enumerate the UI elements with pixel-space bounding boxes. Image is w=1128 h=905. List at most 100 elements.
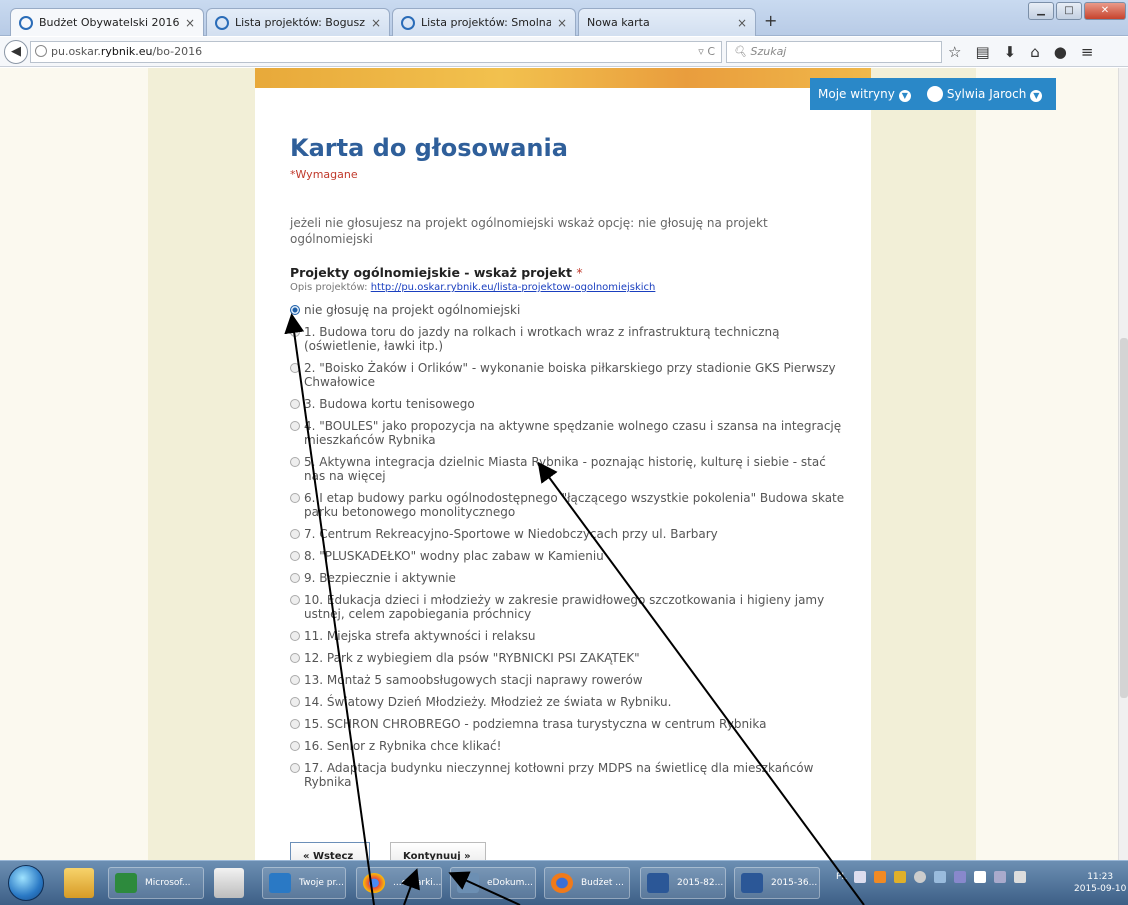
radio-button[interactable] [290, 493, 300, 503]
option-row[interactable]: 17. Adaptacja budynku nieczynnej kotłown… [290, 761, 850, 789]
avatar [926, 86, 943, 102]
web-page: Moje witryny ▼ Sylwia Jaroch ▼ Karta do gł… [0, 68, 1128, 860]
option-row[interactable]: 4. "BOULES" jako propozycja na aktywne s… [290, 419, 850, 447]
scrollbar-thumb[interactable] [1120, 338, 1128, 698]
radio-button[interactable] [290, 719, 300, 729]
radio-button[interactable] [290, 595, 300, 605]
radio-button[interactable] [290, 327, 300, 337]
option-row[interactable]: 8. "PLUSKADEŁKO" wodny plac zabaw w Kami… [290, 549, 850, 563]
maximize-icon[interactable]: □ [1056, 2, 1082, 20]
radio-button[interactable] [290, 363, 300, 373]
mail-icon[interactable] [214, 868, 244, 898]
option-row[interactable]: 5. Aktywna integracja dzielnic Miasta Ry… [290, 455, 850, 483]
taskbar-app-word-2[interactable]: 2015-36... [734, 867, 820, 899]
search-input[interactable]: 🔍︎ Szukaj [726, 41, 942, 63]
option-row[interactable]: 12. Park z wybiegiem dla psów "RYBNICKI … [290, 651, 850, 665]
tab-label: Lista projektów: Smolna - ... [421, 16, 551, 29]
taskbar-app-firefox[interactable]: Budżet ... [544, 867, 630, 899]
user-menu[interactable]: Sylwia Jaroch ▼ [926, 86, 1043, 102]
chevron-down-icon: ▼ [898, 89, 911, 102]
explorer-icon[interactable] [64, 868, 94, 898]
close-window-icon[interactable]: ✕ [1084, 2, 1126, 20]
radio-button[interactable] [290, 551, 300, 561]
taskbar-app-ie[interactable]: Twoje pr... [262, 867, 346, 899]
page-scrollbar[interactable] [1118, 68, 1128, 860]
radio-button[interactable] [290, 529, 300, 539]
radio-button[interactable] [290, 741, 300, 751]
option-row[interactable]: 9. Bezpiecznie i aktywnie [290, 571, 850, 585]
flame-icon[interactable] [874, 871, 887, 883]
flag-icon[interactable] [974, 871, 987, 883]
home-icon[interactable]: ⌂ [1030, 43, 1040, 61]
option-label: 10. Edukacja dzieci i młodzieży w zakres… [304, 593, 825, 621]
tab-budzet-obywatelski[interactable]: Budżet Obywatelski 2016 - ... × [10, 8, 204, 36]
language-indicator[interactable]: PL [836, 872, 846, 882]
option-label: 9. Bezpiecznie i aktywnie [304, 571, 456, 585]
taskbar-app-edokumenty[interactable]: eDokum... [450, 867, 536, 899]
tab-close-icon[interactable]: × [557, 16, 567, 30]
option-row[interactable]: 3. Budowa kortu tenisowego [290, 397, 850, 411]
option-row[interactable]: 16. Senior z Rybnika chce klikać! [290, 739, 850, 753]
radio-button[interactable] [290, 631, 300, 641]
bookmark-star-icon[interactable]: ☆ [948, 43, 961, 61]
network-icon[interactable] [934, 871, 947, 883]
tab-close-icon[interactable]: × [737, 16, 747, 30]
tab-close-icon[interactable]: × [371, 16, 381, 30]
start-button[interactable] [8, 865, 44, 901]
tab-close-icon[interactable]: × [185, 16, 195, 30]
continue-button[interactable]: Kontynuuj » [390, 842, 486, 860]
option-label: 7. Centrum Rekreacyjno-Sportowe w Niedob… [304, 527, 718, 541]
option-row[interactable]: 13. Montaż 5 samoobsługowych stacji napr… [290, 673, 850, 687]
taskbar-app-chrome[interactable]: ...omarki... [356, 867, 442, 899]
tab-nowa-karta[interactable]: Nowa karta × [578, 8, 756, 36]
tab-lista-boguszowice[interactable]: Lista projektów: Boguszowi... × [206, 8, 390, 36]
option-label: nie głosuję na projekt ogólnomiejski [304, 303, 521, 317]
radio-button[interactable] [290, 653, 300, 663]
site-favicon-icon [401, 15, 415, 30]
download-icon[interactable]: ⬇ [1004, 43, 1017, 61]
tab-label: Nowa karta [587, 16, 650, 29]
tab-lista-smolna[interactable]: Lista projektów: Smolna - ... × [392, 8, 576, 36]
radio-button[interactable] [290, 763, 300, 773]
radio-button[interactable] [290, 305, 300, 315]
url-prefix: pu.oskar. [51, 45, 101, 58]
projects-description-link[interactable]: http://pu.oskar.rybnik.eu/lista-projekto… [371, 282, 656, 293]
monitor-icon[interactable] [994, 871, 1007, 883]
reload-icon[interactable]: ▿ C [698, 42, 715, 62]
minimize-icon[interactable]: ▁ [1028, 2, 1054, 20]
option-row[interactable]: 1. Budowa toru do jazdy na rolkach i wro… [290, 325, 850, 353]
radio-button[interactable] [290, 457, 300, 467]
option-row[interactable]: 2. "Boisko Żaków i Orlików" - wykonanie … [290, 361, 850, 389]
keyboard-icon[interactable] [854, 871, 867, 883]
option-row[interactable]: 14. Światowy Dzień Młodzieży. Młodzież z… [290, 695, 850, 709]
radio-button[interactable] [290, 675, 300, 685]
radio-button[interactable] [290, 697, 300, 707]
reading-list-icon[interactable]: ▤ [975, 43, 989, 61]
search-icon: 🔍︎ [733, 45, 751, 58]
option-label: 2. "Boisko Żaków i Orlików" - wykonanie … [304, 361, 836, 389]
radio-button[interactable] [290, 573, 300, 583]
chat-icon[interactable]: ● [1054, 43, 1067, 61]
volume-icon[interactable] [1014, 871, 1027, 883]
clock[interactable]: 11:23 2015-09-10 [1074, 871, 1126, 895]
option-row[interactable]: 10. Edukacja dzieci i młodzieży w zakres… [290, 593, 850, 621]
radio-button[interactable] [290, 421, 300, 431]
new-tab-button[interactable]: + [764, 11, 777, 30]
taskbar-app-excel[interactable]: Microsof... [108, 867, 204, 899]
option-row[interactable]: nie głosuję na projekt ogólnomiejski [290, 303, 850, 317]
menu-icon[interactable]: ≡ [1081, 43, 1094, 61]
shield-icon[interactable] [954, 871, 967, 883]
radio-button[interactable] [290, 399, 300, 409]
option-row[interactable]: 11. Miejska strefa aktywności i relaksu [290, 629, 850, 643]
option-row[interactable]: 15. SCHRON CHROBREGO - podziemna trasa t… [290, 717, 850, 731]
address-bar[interactable]: pu.oskar.rybnik.eu/bo-2016 ▿ C [30, 41, 722, 63]
my-sites-menu[interactable]: Moje witryny ▼ [818, 87, 911, 102]
option-row[interactable]: 6. I etap budowy parku ogólnodostępnego … [290, 491, 850, 519]
back-button[interactable]: « Wstecz [290, 842, 370, 860]
app-tray-icon[interactable] [894, 871, 907, 883]
taskbar-app-word-1[interactable]: 2015-82... [640, 867, 726, 899]
option-label: 13. Montaż 5 samoobsługowych stacji napr… [304, 673, 643, 687]
back-arrow-icon[interactable]: ◀ [4, 40, 28, 64]
clock-tray-icon[interactable] [914, 871, 927, 883]
option-row[interactable]: 7. Centrum Rekreacyjno-Sportowe w Niedob… [290, 527, 850, 541]
